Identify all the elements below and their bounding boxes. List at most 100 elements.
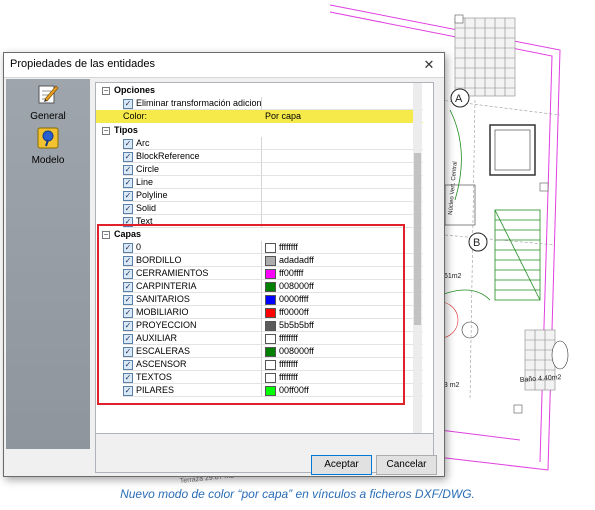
property-value[interactable] [261,150,423,163]
collapse-icon[interactable]: − [102,231,110,239]
layer-row[interactable]: ✓ AUXILIAR ffffffff [96,332,423,345]
layer-label: TEXTOS [136,372,172,382]
checkbox-icon[interactable]: ✓ [123,321,133,331]
category-capas[interactable]: − Capas [96,228,422,241]
color-hex-text: ffffffff [279,242,298,252]
layer-color-value[interactable]: 0000ffff [261,293,423,306]
checkbox-icon[interactable]: ✓ [123,347,133,357]
property-value[interactable] [261,176,423,189]
sidebar-item-modelo[interactable]: Modelo [6,127,90,166]
category-tipos[interactable]: − Tipos [96,124,422,137]
property-value[interactable] [261,215,423,228]
checkbox-icon[interactable]: ✓ [123,191,133,201]
checkbox-icon[interactable]: ✓ [123,243,133,253]
property-value[interactable] [261,202,423,215]
property-value[interactable] [261,189,423,202]
checkbox-icon[interactable]: ✓ [123,269,133,279]
layer-color-value[interactable]: 008000ff [261,345,423,358]
checkbox-icon[interactable]: ✓ [123,360,133,370]
type-label: Line [136,177,154,187]
layer-row[interactable]: ✓ CERRAMIENTOS ff00ffff [96,267,423,280]
color-hex-text: ff0000ff [279,307,309,317]
property-name: ✓ Polyline [123,189,261,202]
property-name: ✓ PROYECCION [123,319,261,332]
layer-row[interactable]: ✓ PILARES 00ff00ff [96,384,423,397]
layer-row[interactable]: ✓ TEXTOS ffffffff [96,371,423,384]
axis-label-a: A [455,93,463,105]
property-name: ✓ Circle [123,163,261,176]
layer-label: MOBILIARIO [136,307,189,317]
layer-row[interactable]: ✓ BORDILLO adadadff [96,254,423,267]
category-opciones[interactable]: − Opciones [96,84,422,97]
property-name: ✓ ASCENSOR [123,358,261,371]
layer-row[interactable]: ✓ ESCALERAS 008000ff [96,345,423,358]
layer-color-value[interactable]: ffffffff [261,332,423,345]
cancel-button[interactable]: Cancelar [376,455,437,475]
type-row[interactable]: ✓ Arc [96,137,423,150]
layer-row[interactable]: ✓ PROYECCION 5b5b5bff [96,319,423,332]
checkbox-icon[interactable]: ✓ [123,256,133,266]
property-name: ✓ Text [123,215,261,228]
color-hex-text: ffffffff [279,372,298,382]
accept-button[interactable]: Aceptar [311,455,372,475]
property-name: ✓ TEXTOS [123,371,261,384]
model-pin-icon [37,127,59,149]
type-row[interactable]: ✓ Line [96,176,423,189]
type-row[interactable]: ✓ Solid [96,202,423,215]
type-label: Arc [136,138,150,148]
checkbox-icon[interactable]: ✓ [123,282,133,292]
checkbox-icon[interactable]: ✓ [123,295,133,305]
layer-color-value[interactable]: adadadff [261,254,423,267]
type-row[interactable]: ✓ BlockReference [96,150,423,163]
property-value[interactable] [261,137,423,150]
vertical-scrollbar[interactable] [413,83,422,438]
layer-color-value[interactable]: ff0000ff [261,306,423,319]
layer-color-value[interactable]: ffffffff [261,371,423,384]
property-row-color[interactable]: Color: Por capa [96,110,423,123]
color-swatch [265,256,276,266]
checkbox-icon[interactable]: ✓ [123,165,133,175]
layer-row[interactable]: ✓ ASCENSOR ffffffff [96,358,423,371]
layer-color-value[interactable]: 5b5b5bff [261,319,423,332]
type-row[interactable]: ✓ Polyline [96,189,423,202]
property-value[interactable] [261,97,423,110]
scrollbar-thumb[interactable] [414,153,421,325]
property-value[interactable] [261,163,423,176]
checkbox-icon[interactable]: ✓ [123,99,133,109]
layer-row[interactable]: ✓ MOBILIARIO ff0000ff [96,306,423,319]
category-label: Opciones [114,85,156,95]
close-icon[interactable]: ✕ [414,53,444,77]
checkbox-icon[interactable]: ✓ [123,386,133,396]
checkbox-icon[interactable]: ✓ [123,373,133,383]
color-mode-value[interactable]: Por capa [261,110,423,123]
layer-row[interactable]: ✓ 0 ffffffff [96,241,423,254]
checkbox-icon[interactable]: ✓ [123,217,133,227]
color-swatch [265,295,276,305]
category-label: Capas [114,229,142,239]
checkbox-icon[interactable]: ✓ [123,204,133,214]
checkbox-icon[interactable]: ✓ [123,139,133,149]
layer-color-value[interactable]: ff00ffff [261,267,423,280]
layer-color-value[interactable]: 00ff00ff [261,384,423,397]
collapse-icon[interactable]: − [102,87,110,95]
checkbox-icon[interactable]: ✓ [123,308,133,318]
color-swatch [265,334,276,344]
property-name: Color: [123,110,261,123]
layer-color-value[interactable]: ffffffff [261,241,423,254]
color-hex-text: ffffffff [279,333,298,343]
type-label: Circle [136,164,160,174]
layer-row[interactable]: ✓ SANITARIOS 0000ffff [96,293,423,306]
collapse-icon[interactable]: − [102,127,110,135]
checkbox-icon[interactable]: ✓ [123,178,133,188]
property-row[interactable]: ✓ Eliminar transformación adicion... [96,97,423,110]
type-row[interactable]: ✓ Text [96,215,423,228]
type-row[interactable]: ✓ Circle [96,163,423,176]
layer-color-value[interactable]: 008000ff [261,280,423,293]
sidebar-item-general[interactable]: General [6,83,90,122]
layer-row[interactable]: ✓ CARPINTERIA 008000ff [96,280,423,293]
dialog-titlebar: Propiedades de las entidades ✕ [4,53,444,78]
property-grid: − Opciones ✓ Eliminar transformación adi… [95,82,434,439]
checkbox-icon[interactable]: ✓ [123,152,133,162]
checkbox-icon[interactable]: ✓ [123,334,133,344]
layer-color-value[interactable]: ffffffff [261,358,423,371]
